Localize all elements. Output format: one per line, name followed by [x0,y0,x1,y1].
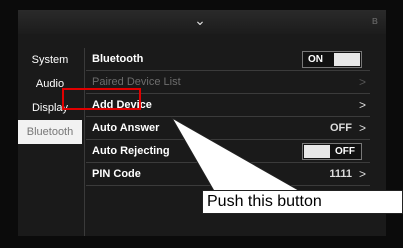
toggle-knob [334,53,360,66]
chevron-right-icon: > [358,75,366,89]
auto-rejecting-toggle[interactable]: OFF [302,143,362,160]
chevron-right-icon: > [358,167,366,181]
bluetooth-status-icon: ʙ [371,14,378,27]
row-pin-code[interactable]: PIN Code 1111 > [86,163,370,186]
sidebar-item-system[interactable]: System [18,48,82,72]
row-auto-answer[interactable]: Auto Answer OFF > [86,117,370,140]
add-device-highlight [62,88,141,110]
sidebar-item-bluetooth[interactable]: Bluetooth [18,120,82,144]
row-pin-code-label: PIN Code [92,168,141,180]
top-bar: ⌄ ʙ [18,10,386,34]
sidebar-divider [84,48,85,236]
toggle-knob [304,145,330,158]
row-bluetooth[interactable]: Bluetooth ON [86,48,370,71]
pin-code-value: 1111 [329,168,352,180]
auto-rejecting-toggle-state: OFF [335,146,355,157]
bluetooth-toggle[interactable]: ON [302,51,362,68]
chevron-right-icon: > [358,121,366,135]
row-bluetooth-label: Bluetooth [92,53,144,65]
chevron-right-icon: > [358,98,366,112]
row-auto-rejecting-label: Auto Rejecting [92,145,170,157]
callout-box: Push this button [202,190,403,214]
chevron-down-icon[interactable]: ⌄ [190,13,210,29]
auto-answer-value: OFF [330,122,352,134]
row-auto-answer-label: Auto Answer [92,122,160,134]
row-auto-rejecting[interactable]: Auto Rejecting OFF [86,140,370,163]
callout-text: Push this button [207,193,322,210]
settings-sidebar: System Audio Display Bluetooth [18,48,82,236]
bluetooth-toggle-state: ON [308,54,323,65]
